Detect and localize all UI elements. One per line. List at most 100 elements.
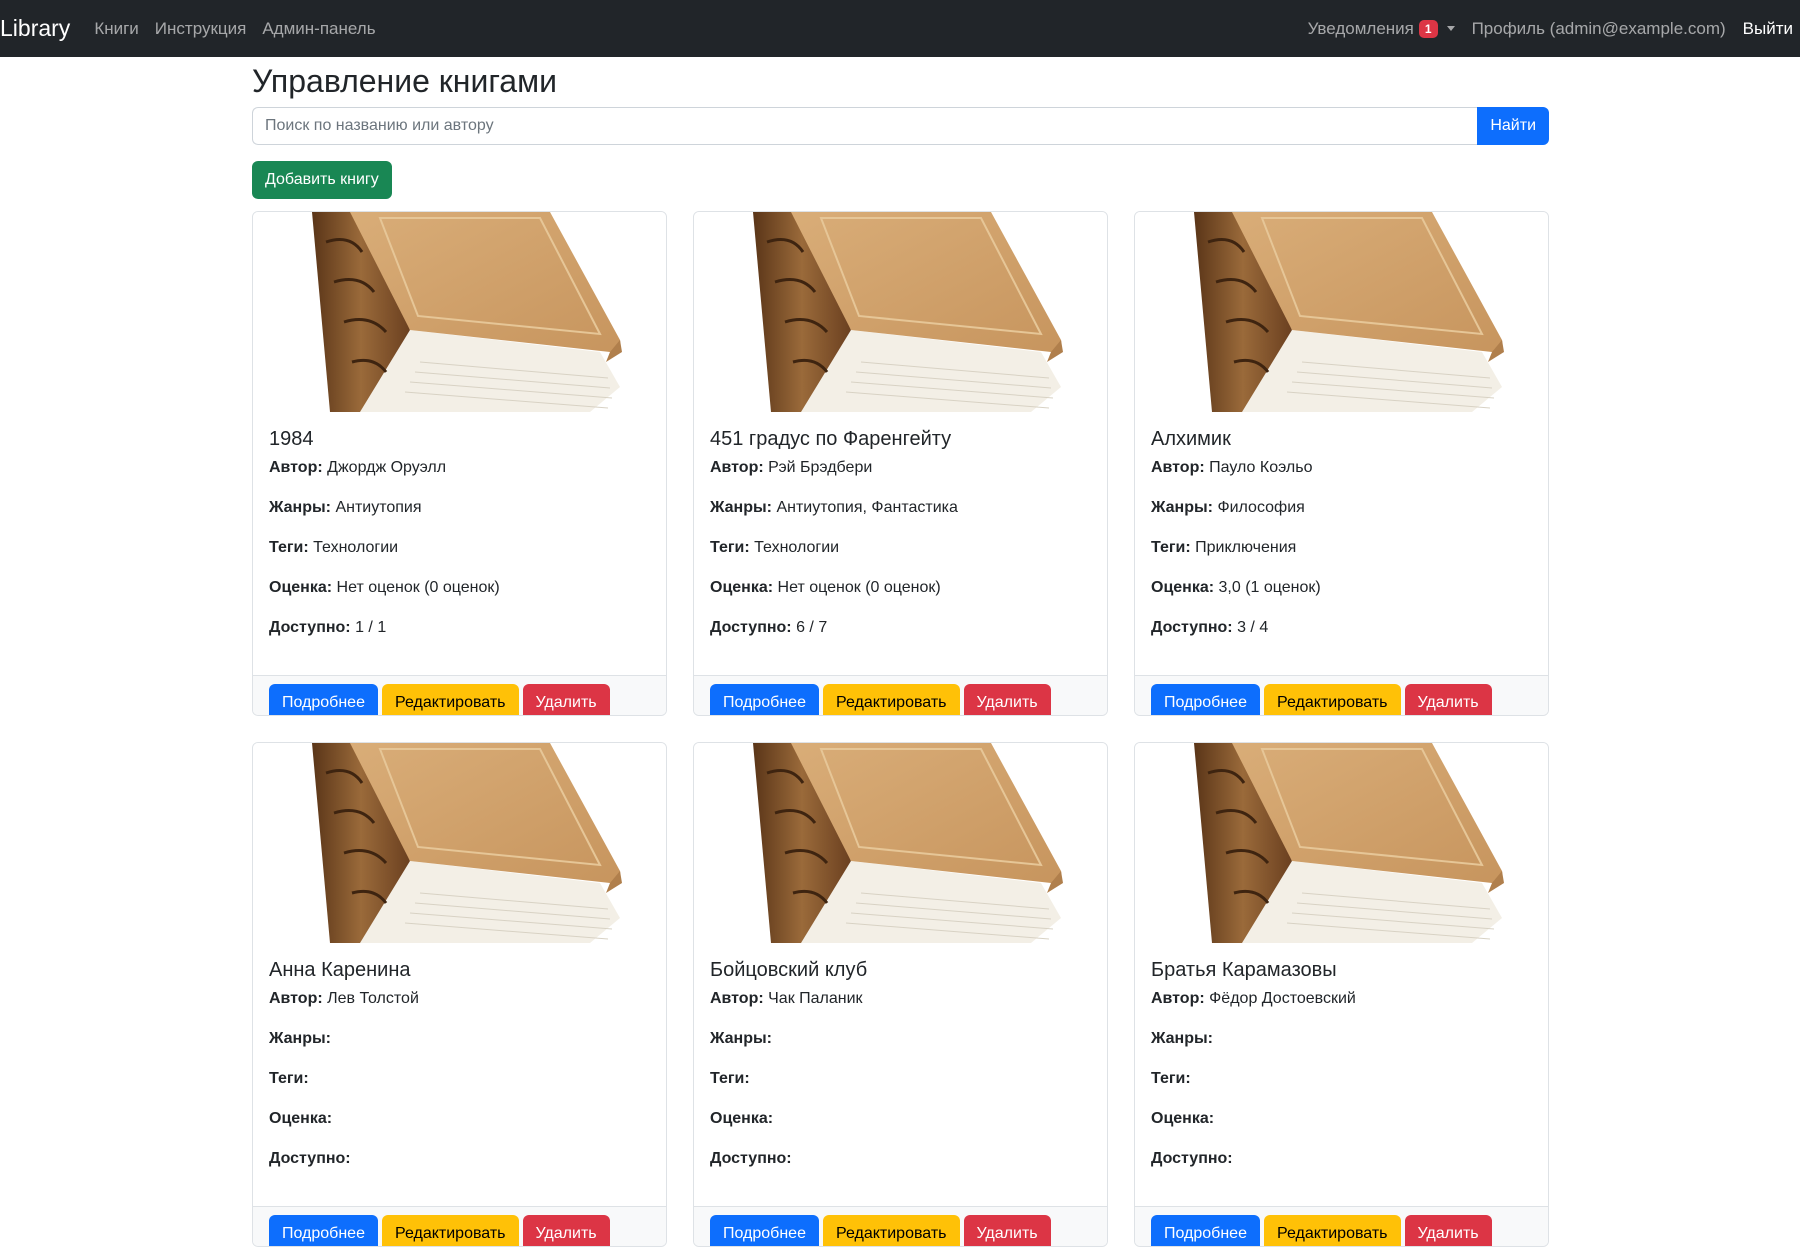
delete-button[interactable]: Удалить — [963, 684, 1051, 715]
card-footer: Подробнее Редактировать Удалить — [694, 1206, 1107, 1246]
tags-value: Технологии — [313, 539, 399, 556]
add-book-button[interactable]: Добавить книгу — [252, 161, 392, 199]
genres-value: Антиутопия, Фантастика — [776, 499, 958, 516]
book-tags: Теги: — [710, 1070, 1091, 1090]
book-available: Доступно: — [1151, 1150, 1532, 1170]
delete-button[interactable]: Удалить — [963, 1215, 1051, 1246]
rating-label: Оценка: — [710, 1110, 774, 1127]
edit-button[interactable]: Редактировать — [1263, 1215, 1401, 1246]
author-value: Чак Паланик — [768, 990, 863, 1007]
book-available: Доступно: 6 / 7 — [710, 619, 1091, 639]
book-title: 1984 — [269, 428, 314, 450]
book-cover-image — [253, 743, 666, 943]
search-button[interactable]: Найти — [1477, 107, 1549, 145]
book-author: Автор: Пауло Коэльо — [1151, 459, 1532, 479]
page-title: Управление книгами — [252, 63, 557, 99]
notifications-dropdown[interactable]: Уведомления 1 — [1308, 19, 1455, 39]
book-icon — [311, 212, 622, 412]
author-value: Рэй Брэдбери — [768, 459, 873, 476]
nav-link-books[interactable]: Книги — [94, 19, 138, 39]
book-available: Доступно: 1 / 1 — [269, 619, 650, 639]
book-icon — [1193, 212, 1504, 412]
book-cover-image — [694, 212, 1107, 412]
author-value: Пауло Коэльо — [1209, 459, 1313, 476]
book-genres: Жанры: — [710, 1030, 1091, 1050]
book-grid: 1984 Автор: Джордж Оруэлл Жанры: Антиуто… — [252, 211, 1549, 1247]
nav-link-instructions[interactable]: Инструкция — [155, 19, 247, 39]
details-button[interactable]: Подробнее — [710, 1215, 819, 1246]
details-button[interactable]: Подробнее — [1151, 684, 1260, 715]
edit-button[interactable]: Редактировать — [822, 684, 960, 715]
book-card: Братья Карамазовы Автор: Фёдор Достоевск… — [1134, 742, 1549, 1247]
available-label: Доступно: — [1151, 1150, 1233, 1167]
edit-button[interactable]: Редактировать — [381, 684, 519, 715]
available-label: Доступно: — [710, 1150, 792, 1167]
tags-label: Теги: — [710, 539, 750, 556]
genres-value: Антиутопия — [335, 499, 422, 516]
book-card: 451 градус по Фаренгейту Автор: Рэй Брэд… — [693, 211, 1108, 716]
card-body: Алхимик Автор: Пауло Коэльо Жанры: Филос… — [1135, 412, 1548, 675]
details-button[interactable]: Подробнее — [269, 1215, 378, 1246]
delete-button[interactable]: Удалить — [1404, 1215, 1492, 1246]
brand-link[interactable]: Library — [0, 15, 70, 42]
card-body: 1984 Автор: Джордж Оруэлл Жанры: Антиуто… — [253, 412, 666, 675]
book-cover-image — [1135, 743, 1548, 943]
edit-button[interactable]: Редактировать — [1263, 684, 1401, 715]
logout-link[interactable]: Выйти — [1743, 19, 1793, 39]
book-card: Бойцовский клуб Автор: Чак Паланик Жанры… — [693, 742, 1108, 1247]
card-footer: Подробнее Редактировать Удалить — [253, 1206, 666, 1246]
nav-link-admin[interactable]: Админ-панель — [262, 19, 375, 39]
author-value: Фёдор Достоевский — [1209, 990, 1356, 1007]
available-value: 1 / 1 — [355, 619, 387, 636]
tags-value: Технологии — [754, 539, 840, 556]
book-tags: Теги: Приключения — [1151, 539, 1532, 559]
rating-label: Оценка: — [269, 579, 333, 596]
author-value: Лев Толстой — [327, 990, 419, 1007]
card-body: Бойцовский клуб Автор: Чак Паланик Жанры… — [694, 943, 1107, 1206]
book-available: Доступно: — [710, 1150, 1091, 1170]
author-label: Автор: — [1151, 459, 1205, 476]
rating-label: Оценка: — [1151, 1110, 1215, 1127]
tags-value: Приключения — [1195, 539, 1297, 556]
notifications-label: Уведомления — [1307, 18, 1414, 38]
rating-label: Оценка: — [1151, 579, 1215, 596]
details-button[interactable]: Подробнее — [1151, 1215, 1260, 1246]
profile-link[interactable]: Профиль (admin@example.com) — [1472, 19, 1726, 39]
book-tags: Теги: — [269, 1070, 650, 1090]
genres-value: Философия — [1217, 499, 1305, 516]
rating-label: Оценка: — [710, 579, 774, 596]
book-tags: Теги: — [1151, 1070, 1532, 1090]
book-tags: Теги: Технологии — [269, 539, 650, 559]
delete-button[interactable]: Удалить — [522, 1215, 610, 1246]
available-value: 6 / 7 — [796, 619, 828, 636]
notifications-badge: 1 — [1418, 19, 1438, 38]
book-author: Автор: Чак Паланик — [710, 990, 1091, 1010]
genres-label: Жанры: — [710, 1030, 772, 1047]
book-icon — [1193, 743, 1504, 943]
book-rating: Оценка: Нет оценок (0 оценок) — [269, 579, 650, 599]
author-label: Автор: — [1151, 990, 1205, 1007]
book-tags: Теги: Технологии — [710, 539, 1091, 559]
card-footer: Подробнее Редактировать Удалить — [1135, 675, 1548, 715]
tags-label: Теги: — [269, 539, 309, 556]
genres-label: Жанры: — [269, 1030, 331, 1047]
nav-right: Уведомления 1 Профиль (admin@example.com… — [1308, 19, 1793, 39]
delete-button[interactable]: Удалить — [522, 684, 610, 715]
nav-links: Книги Инструкция Админ-панель — [94, 19, 375, 39]
details-button[interactable]: Подробнее — [269, 684, 378, 715]
caret-down-icon — [1446, 26, 1455, 31]
genres-label: Жанры: — [1151, 499, 1213, 516]
card-footer: Подробнее Редактировать Удалить — [253, 675, 666, 715]
tags-label: Теги: — [710, 1070, 750, 1087]
book-icon — [752, 743, 1063, 943]
book-genres: Жанры: — [269, 1030, 650, 1050]
search-input[interactable] — [252, 107, 1478, 145]
genres-label: Жанры: — [269, 499, 331, 516]
edit-button[interactable]: Редактировать — [822, 1215, 960, 1246]
book-author: Автор: Лев Толстой — [269, 990, 650, 1010]
book-rating: Оценка: — [710, 1110, 1091, 1130]
delete-button[interactable]: Удалить — [1404, 684, 1492, 715]
edit-button[interactable]: Редактировать — [381, 1215, 519, 1246]
details-button[interactable]: Подробнее — [710, 684, 819, 715]
book-card: Анна Каренина Автор: Лев Толстой Жанры: … — [252, 742, 667, 1247]
